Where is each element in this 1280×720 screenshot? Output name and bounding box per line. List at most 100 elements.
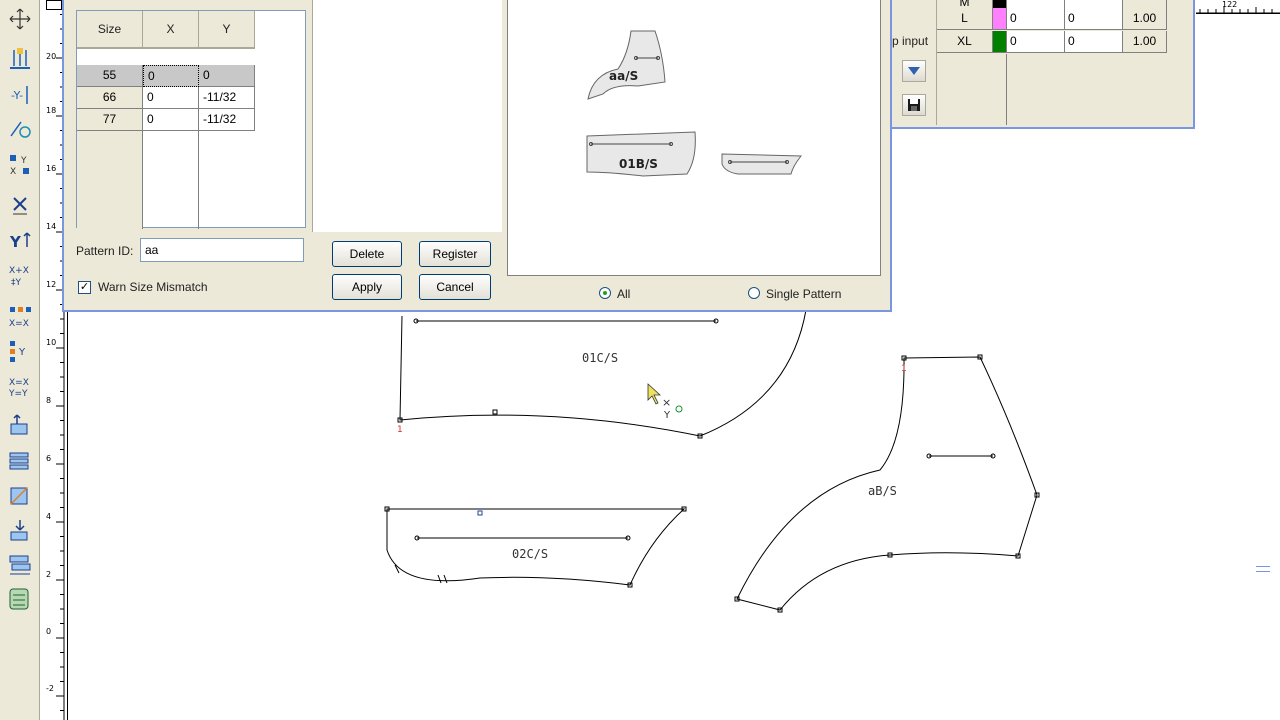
cancel-button[interactable]: Cancel — [419, 274, 491, 300]
y-cell[interactable]: -11/32 — [199, 109, 255, 131]
move-point-icon[interactable] — [6, 4, 34, 34]
piece-marker: 1 — [397, 425, 403, 435]
svg-text:Y: Y — [20, 156, 27, 166]
grade-y-cell[interactable]: 0 — [1065, 31, 1123, 53]
layer-grade-icon[interactable] — [6, 584, 34, 614]
grade-y-cell[interactable]: 0 — [1065, 8, 1123, 30]
table-row[interactable]: 77 0 -11/32 — [77, 109, 307, 131]
table-filler — [143, 131, 199, 229]
ruler-label: 16 — [46, 164, 57, 173]
ruler-label: -2 — [46, 684, 54, 693]
table-filler — [993, 54, 1007, 125]
radio-all[interactable] — [599, 287, 611, 299]
grade-row[interactable]: L 0 0 1.00 — [937, 8, 1167, 30]
size-color-swatch[interactable] — [993, 8, 1007, 30]
flip-grade-icon[interactable] — [6, 516, 34, 546]
pattern-piece-01c[interactable]: 01C/S 1 — [397, 309, 807, 439]
x-cell[interactable]: 0 — [143, 87, 199, 109]
table-row[interactable]: 55 0 0 — [77, 65, 307, 87]
x-cell[interactable]: 0 — [143, 65, 199, 87]
preview-piece-label: aa/S — [609, 69, 638, 83]
x-equal-icon[interactable]: X=X — [6, 302, 34, 332]
grade-rule-panel: p input M L 0 0 1.00 XL 0 0 1.00 — [890, 0, 1195, 129]
size-grade-table: M L 0 0 1.00 XL 0 0 1.00 — [936, 0, 1167, 125]
grade-scale-cell[interactable]: 1.00 — [1123, 8, 1167, 30]
copy-grade-icon[interactable] — [6, 446, 34, 476]
system-menu-icon[interactable] — [46, 0, 62, 10]
save-button[interactable] — [902, 94, 926, 116]
y-equal-icon[interactable]: Y — [6, 336, 34, 366]
piece-marker: 1 — [901, 364, 907, 374]
radio-single-pattern-label: Single Pattern — [766, 287, 842, 301]
svg-text:×: × — [662, 396, 671, 409]
pattern-id-label: Pattern ID: — [76, 244, 134, 258]
grade-x-cell[interactable]: 0 — [1007, 31, 1065, 53]
piece-label: 02C/S — [512, 547, 548, 561]
pattern-piece-ab[interactable]: aB/S 1 — [734, 354, 1040, 613]
svg-text:Y: Y — [18, 347, 26, 358]
x-cell[interactable]: 0 — [143, 109, 199, 131]
size-cell: 55 — [77, 65, 143, 87]
grade-x-cell[interactable]: 0 — [1007, 8, 1065, 30]
size-offset-table: Size X Y 55 0 0 66 0 -11/32 77 0 -11/32 — [76, 10, 307, 229]
y-align-icon[interactable]: -Y- — [6, 80, 34, 110]
curve-grade-icon[interactable] — [6, 482, 34, 512]
rotate-point-icon[interactable] — [6, 114, 34, 144]
pattern-grading-app: -Y- YX Y X+X ‡Y X=X Y X=X Y=Y 20 18 16 1… — [0, 0, 1280, 720]
delete-point-icon[interactable] — [6, 190, 34, 220]
column-header-y[interactable]: Y — [199, 11, 255, 49]
ruler-label: 18 — [46, 106, 57, 115]
swap-xy-icon[interactable]: X+X ‡Y — [6, 260, 34, 290]
stack-grade-icon[interactable] — [6, 550, 34, 580]
piece-label: 01C/S — [582, 351, 618, 365]
pattern-piece-02c[interactable]: 02C/S — [384, 506, 687, 588]
apply-button[interactable]: Apply — [332, 274, 402, 300]
table-filler — [77, 131, 143, 229]
grade-scale-cell[interactable]: 1.00 — [1123, 31, 1167, 53]
ruler-label: 6 — [46, 454, 52, 463]
left-toolbar: -Y- YX Y X+X ‡Y X=X Y X=X Y=Y — [0, 0, 40, 720]
register-button[interactable]: Register — [419, 241, 491, 267]
preview-piece-aa[interactable]: aa/S — [587, 30, 666, 100]
svg-text:-Y-: -Y- — [11, 89, 23, 102]
xy-equal-icon[interactable]: X=X Y=Y — [6, 372, 34, 402]
horizontal-ruler: 122 — [1196, 0, 1280, 14]
pattern-preview[interactable]: aa/S 01B/S — [507, 0, 881, 276]
table-row[interactable]: 66 0 -11/32 — [77, 87, 307, 109]
preview-piece-small[interactable] — [721, 153, 803, 175]
align-points-icon[interactable] — [6, 44, 34, 74]
xy-distribute-icon[interactable]: YX — [6, 150, 34, 180]
column-header-x[interactable]: X — [143, 11, 199, 49]
pattern-list-panel[interactable] — [312, 0, 502, 232]
y-move-icon[interactable]: Y — [6, 226, 34, 256]
size-color-swatch[interactable] — [993, 31, 1007, 53]
cursor-icon: × Y — [647, 383, 683, 421]
grade-table-icon[interactable] — [6, 410, 34, 440]
dropdown-arrow-button[interactable] — [902, 60, 926, 82]
grade-size-label: XL — [937, 31, 993, 53]
ruler-label: 10 — [46, 338, 57, 347]
svg-text:Y: Y — [9, 233, 22, 251]
column-header-size[interactable]: Size — [77, 11, 143, 49]
svg-text:X: X — [10, 167, 16, 177]
save-icon — [908, 99, 920, 111]
svg-text:Y=Y: Y=Y — [8, 389, 28, 399]
delete-button[interactable]: Delete — [332, 241, 402, 267]
grade-size-label: L — [937, 8, 993, 30]
preview-piece-01b[interactable]: 01B/S — [586, 131, 696, 177]
ruler-label: 122 — [1222, 0, 1238, 9]
chevron-down-icon — [908, 67, 920, 75]
pattern-id-input[interactable] — [140, 238, 304, 262]
y-cell[interactable]: 0 — [199, 65, 255, 87]
radio-single-pattern[interactable] — [748, 287, 760, 299]
size-cell: 77 — [77, 109, 143, 131]
svg-text:X+X: X+X — [9, 266, 29, 276]
scroll-marker[interactable] — [1256, 566, 1270, 572]
pattern-register-dialog: Size X Y 55 0 0 66 0 -11/32 77 0 -11/32 … — [62, 0, 892, 312]
svg-text:Y: Y — [663, 410, 671, 421]
preview-piece-label: 01B/S — [619, 157, 658, 171]
y-cell[interactable]: -11/32 — [199, 87, 255, 109]
warn-size-mismatch-checkbox[interactable]: ✓ — [78, 281, 91, 294]
grade-row[interactable]: XL 0 0 1.00 — [937, 31, 1167, 53]
svg-text:X=X: X=X — [9, 319, 29, 329]
